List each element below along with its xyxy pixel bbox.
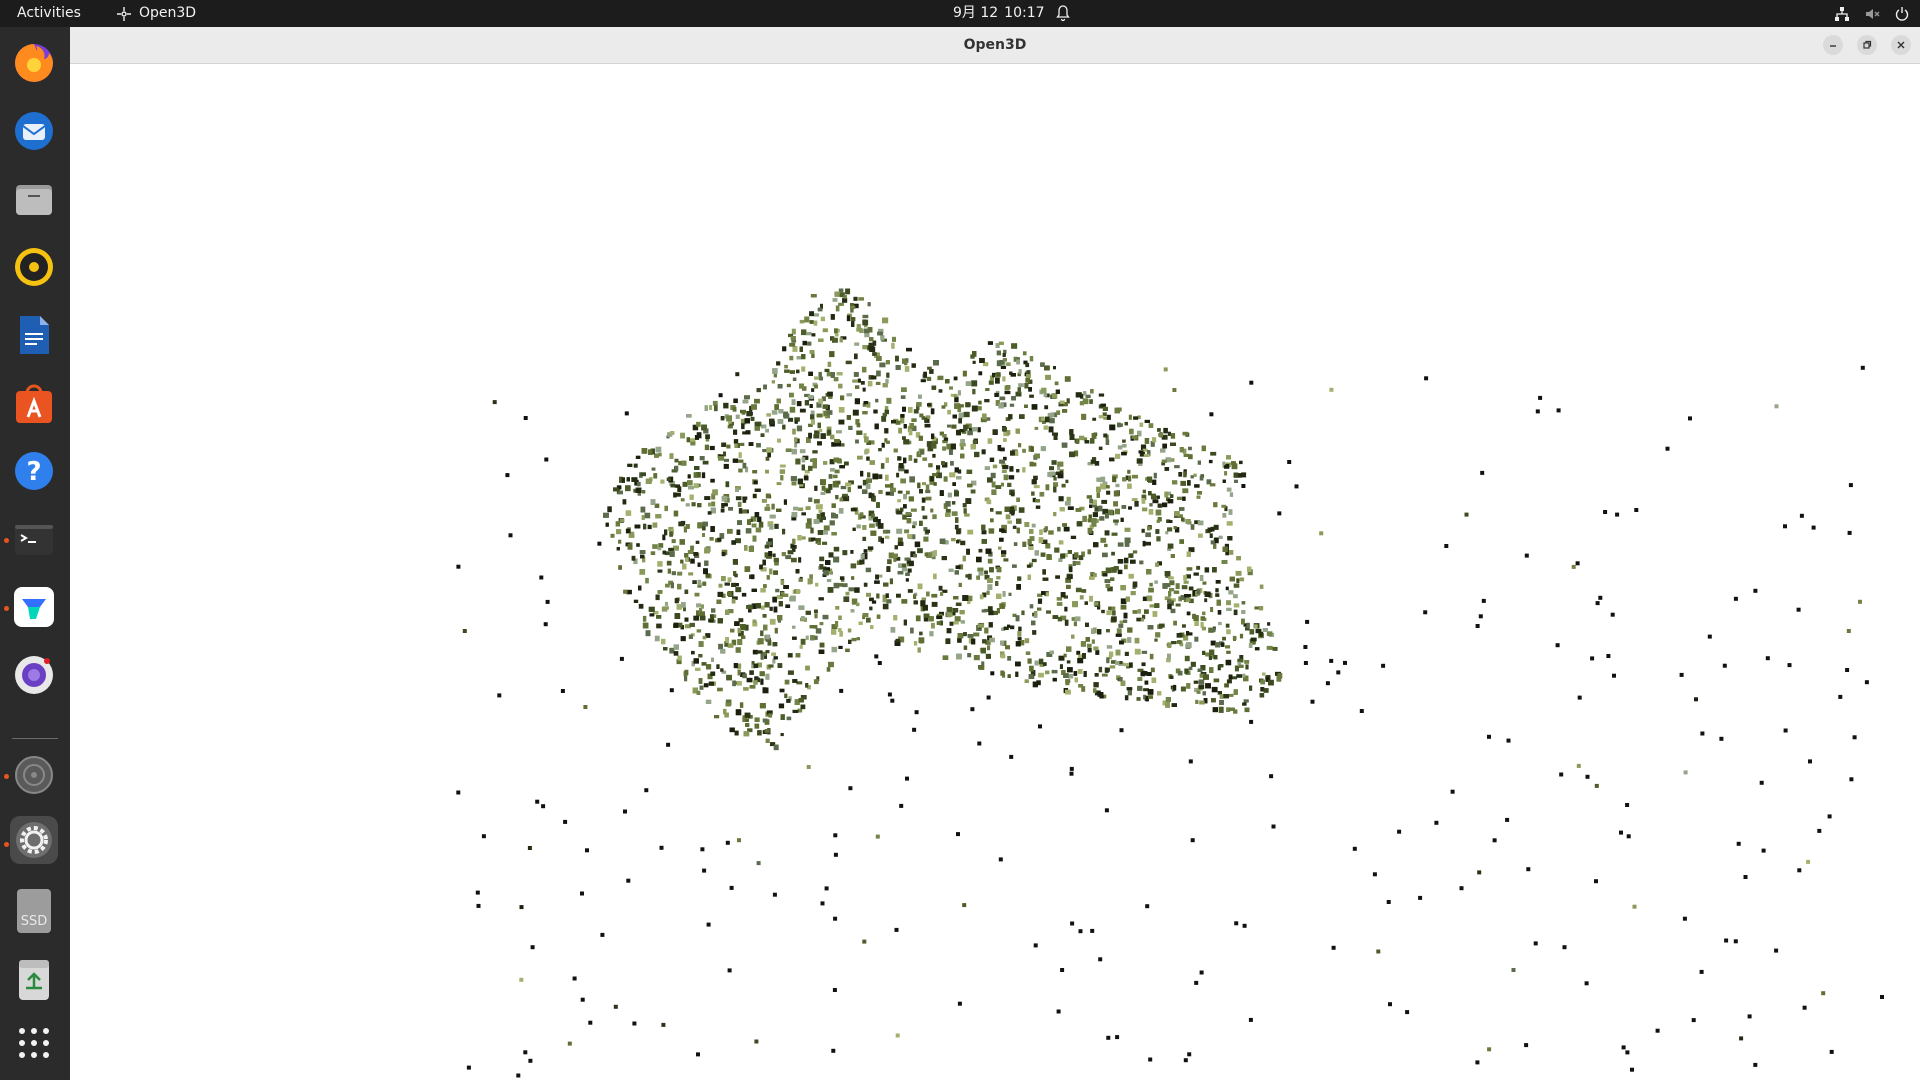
- dock-settings[interactable]: [10, 816, 58, 864]
- app-center-icon: [16, 384, 52, 423]
- dock-trash[interactable]: [10, 955, 58, 1003]
- top-bar: Activities Open3D 9月 12 10:17: [0, 0, 1920, 27]
- show-apps-icon: [19, 1028, 49, 1058]
- network-icon: [1835, 6, 1849, 21]
- running-indicator: [4, 842, 9, 847]
- ssd-label: SSD: [21, 914, 48, 929]
- rhythmbox-icon: [15, 248, 53, 286]
- notification-bell-icon[interactable]: [1055, 4, 1071, 22]
- dock-screenshot[interactable]: [10, 651, 58, 699]
- trash-icon: [19, 960, 49, 1000]
- dock-feishu[interactable]: [10, 583, 58, 631]
- app-menu-label: Open3D: [139, 5, 197, 21]
- dock: ? SSD: [0, 27, 70, 1080]
- volume-muted-icon: [1866, 8, 1880, 19]
- dock-disc-drive[interactable]: [10, 751, 58, 799]
- files-icon: [16, 185, 52, 215]
- window-titlebar[interactable]: Open3D: [70, 27, 1920, 64]
- dock-app-center[interactable]: [10, 379, 58, 427]
- power-icon: [1895, 6, 1909, 21]
- point-cloud-render: [456, 288, 1884, 1078]
- dock-rhythmbox[interactable]: [10, 243, 58, 291]
- clock-time: 10:17: [1004, 5, 1045, 21]
- ssd-drive-icon: SSD: [17, 889, 51, 933]
- system-tray[interactable]: [1834, 0, 1910, 27]
- dock-writer[interactable]: [10, 311, 58, 359]
- screenshot-icon: [15, 656, 53, 694]
- dock-ssd[interactable]: SSD: [10, 887, 58, 935]
- dock-files[interactable]: [10, 175, 58, 223]
- libreoffice-writer-icon: [20, 316, 49, 354]
- settings-icon: [16, 822, 52, 858]
- close-button[interactable]: [1891, 35, 1911, 55]
- 3d-viewport[interactable]: [70, 64, 1920, 1080]
- minimize-button[interactable]: [1823, 35, 1843, 55]
- window-title: Open3D: [963, 37, 1027, 53]
- running-indicator: [4, 538, 9, 543]
- dock-help[interactable]: ?: [10, 447, 58, 495]
- thunderbird-icon: [15, 112, 53, 150]
- feishu-icon: [14, 587, 54, 627]
- disc-drive-icon: [15, 756, 53, 794]
- clock-date: 9月 12: [953, 5, 999, 21]
- dock-separator: [12, 738, 58, 739]
- svg-text:?: ?: [26, 457, 41, 487]
- minimize-icon: [1830, 45, 1836, 47]
- restore-icon: [1863, 40, 1872, 49]
- dock-thunderbird[interactable]: [10, 107, 58, 155]
- running-indicator: [4, 774, 9, 779]
- terminal-icon: [15, 525, 53, 555]
- open3d-app-icon: [117, 6, 131, 21]
- close-icon: [1897, 41, 1905, 49]
- running-indicator: [4, 606, 9, 611]
- clock[interactable]: 9月 12 10:17: [953, 0, 1045, 27]
- maximize-button[interactable]: [1857, 35, 1877, 55]
- open3d-window: Open3D: [70, 27, 1920, 1080]
- dock-terminal[interactable]: [10, 515, 58, 563]
- dock-show-apps[interactable]: [10, 1019, 58, 1067]
- help-icon: ?: [15, 452, 53, 490]
- app-menu[interactable]: Open3D: [116, 0, 196, 27]
- activities-button[interactable]: Activities: [17, 0, 81, 27]
- dock-firefox[interactable]: [10, 39, 58, 87]
- firefox-icon: [15, 44, 53, 82]
